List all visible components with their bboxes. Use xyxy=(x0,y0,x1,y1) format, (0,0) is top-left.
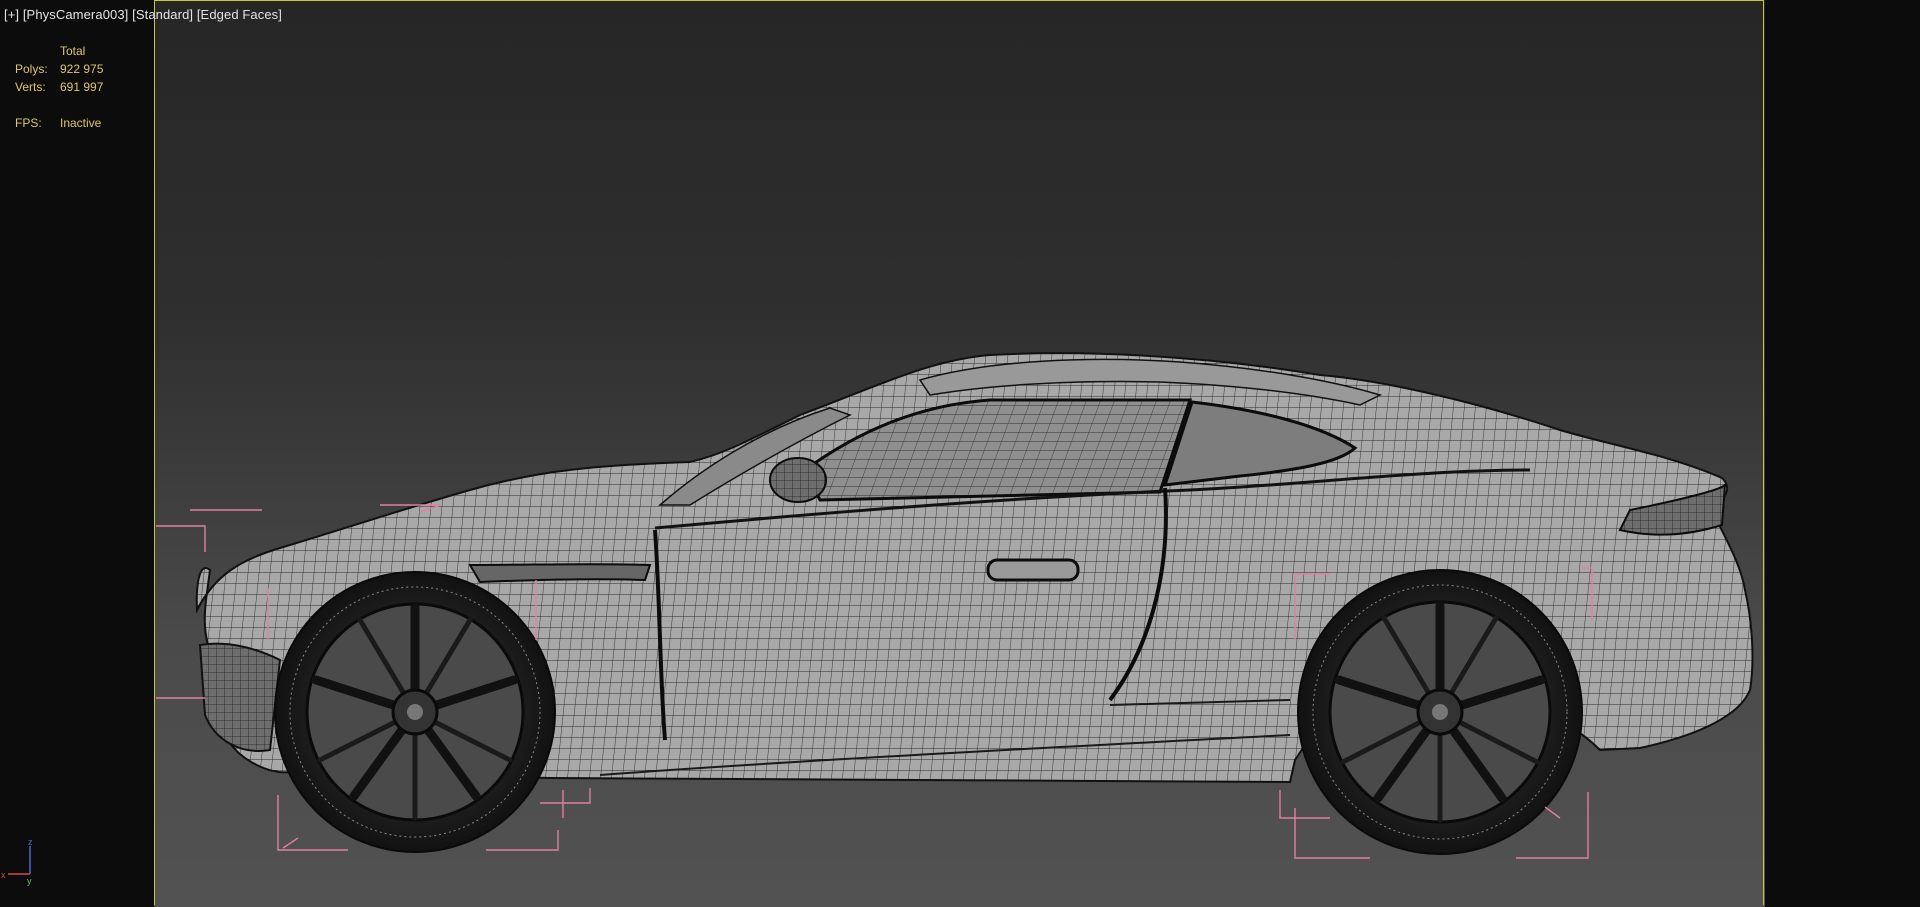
statistics-overlay: Total Polys: 922 975 Verts: 691 997 FPS: In… xyxy=(15,42,103,132)
polys-value: 922 975 xyxy=(60,62,104,76)
viewport-camera-menu[interactable]: [PhysCamera003] xyxy=(23,7,129,22)
viewport-display-mode-menu[interactable]: [Edged Faces] xyxy=(197,7,282,22)
polys-label: Polys: xyxy=(15,62,48,76)
camera-safe-frame xyxy=(154,0,1764,905)
fps-value: Inactive xyxy=(60,116,102,130)
viewport-shading-menu[interactable]: [Standard] xyxy=(132,7,193,22)
left-letterbox xyxy=(0,0,154,907)
verts-value: 691 997 xyxy=(60,80,104,94)
verts-label: Verts: xyxy=(15,80,46,94)
stats-total-header: Total xyxy=(60,44,86,58)
axis-y-label: y xyxy=(27,876,32,886)
perspective-viewport[interactable]: [+] [PhysCamera003] [Standard] [Edged Fa… xyxy=(0,0,1920,907)
axis-tripod-icon: z x y xyxy=(1,838,33,886)
viewport-label-menu[interactable]: [+] [PhysCamera003] [Standard] [Edged Fa… xyxy=(4,7,282,22)
axis-x-label: x xyxy=(1,870,6,880)
fps-label: FPS: xyxy=(15,116,42,130)
axis-z-label: z xyxy=(28,838,33,847)
right-letterbox xyxy=(1765,0,1920,907)
viewport-plus-menu[interactable]: [+] xyxy=(4,7,19,22)
